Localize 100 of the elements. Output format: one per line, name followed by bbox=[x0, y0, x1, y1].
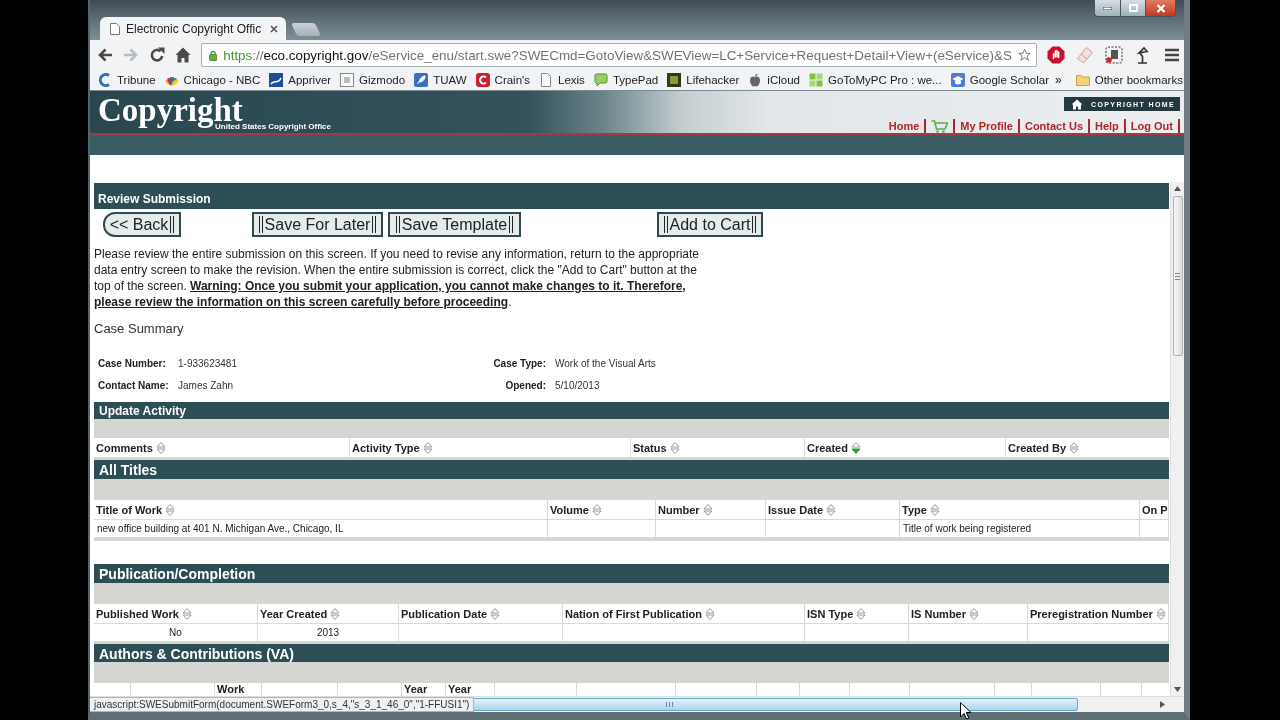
menu-icon[interactable] bbox=[1163, 46, 1181, 64]
close-button[interactable] bbox=[1146, 0, 1176, 17]
grid-icon bbox=[808, 73, 823, 87]
maximize-button[interactable] bbox=[1120, 0, 1146, 17]
bookmark-link[interactable]: TUAW bbox=[411, 73, 470, 87]
column-header[interactable]: Publication Date bbox=[399, 604, 563, 624]
column-header[interactable]: Number bbox=[656, 500, 766, 520]
column-header[interactable]: Year Created bbox=[258, 604, 399, 624]
sort-icon[interactable] bbox=[422, 440, 433, 455]
sort-icon[interactable] bbox=[929, 502, 940, 517]
bookmark-link[interactable]: Google Scholar bbox=[947, 73, 1052, 87]
column-header[interactable]: Preregistration Number bbox=[1028, 604, 1169, 624]
bookmark-link[interactable]: GoToMyPC Pro : we... bbox=[805, 73, 945, 87]
column-header[interactable]: Volume bbox=[548, 500, 656, 520]
star-icon[interactable] bbox=[1017, 47, 1031, 63]
reload-icon[interactable] bbox=[149, 47, 165, 63]
bookmark-link[interactable]: Appriver bbox=[266, 73, 335, 87]
back-button[interactable]: << Back bbox=[103, 212, 181, 237]
bookmark-link[interactable]: Crain's bbox=[472, 73, 533, 87]
action-button[interactable]: Add to Cart bbox=[657, 212, 763, 237]
sort-icon[interactable] bbox=[1069, 440, 1080, 455]
scroll-down-icon[interactable] bbox=[1174, 687, 1181, 692]
sort-icon[interactable] bbox=[330, 606, 341, 621]
section-title: All Titles bbox=[94, 460, 1169, 479]
sort-icon[interactable] bbox=[669, 440, 680, 455]
nav-link[interactable]: Help bbox=[1095, 119, 1119, 133]
eraser-icon[interactable] bbox=[1076, 46, 1094, 64]
cart-icon[interactable] bbox=[931, 119, 949, 133]
sort-icon[interactable] bbox=[155, 440, 166, 455]
sort-icon[interactable] bbox=[704, 606, 715, 621]
extension-icon[interactable] bbox=[1105, 46, 1123, 64]
column-header[interactable]: Issue Date bbox=[766, 500, 900, 520]
section-title: Authors & Contributions (VA) bbox=[94, 644, 1169, 662]
stop-sign-icon[interactable] bbox=[1047, 46, 1065, 64]
minimize-button[interactable] bbox=[1094, 0, 1120, 17]
column-header[interactable]: Status bbox=[631, 438, 805, 458]
address-bar[interactable]: https://eco.copyright.gov/eService_enu/start.swe?SWECmd=GotoView&SWEView=LC+Service+Request+Detail+View+(eService)&S bbox=[201, 43, 1037, 67]
feather-icon bbox=[414, 73, 429, 87]
column-header[interactable]: Work bbox=[215, 683, 262, 696]
column-header[interactable]: Year bbox=[402, 683, 446, 696]
column-header[interactable]: IS Number bbox=[909, 604, 1028, 624]
column-header[interactable]: ISN Type bbox=[805, 604, 909, 624]
nav-link[interactable]: Home bbox=[888, 119, 920, 133]
bookmark-link[interactable]: TypePad bbox=[590, 73, 662, 87]
field-value: Work of the Visual Arts bbox=[555, 358, 656, 370]
browser-tab[interactable]: Electronic Copyright Offic bbox=[100, 17, 286, 40]
sort-icon[interactable] bbox=[856, 606, 867, 621]
field-label: Case Type: bbox=[493, 358, 546, 370]
close-icon[interactable] bbox=[270, 24, 278, 33]
case-summary-title: Case Summary bbox=[94, 322, 185, 336]
column-header[interactable]: Title of Work bbox=[94, 500, 548, 520]
nav-link[interactable]: Contact Us bbox=[1024, 119, 1083, 133]
sort-icon[interactable] bbox=[181, 606, 192, 621]
crescent-icon bbox=[98, 73, 112, 87]
lock-icon bbox=[209, 48, 218, 62]
bookmark-link[interactable]: Gizmodo bbox=[337, 73, 409, 87]
column-header[interactable]: Year bbox=[446, 683, 495, 696]
instructions-text: Please review the entire submission on this screen. If you need to revise any information, return to the appropriate data entry screen to make the revision. When the entire submission is correct, click the "Add to Cart" button at the top of the screen. Warning: Once you submit your application, you cannot make changes to it. Therefore, please review the information on this screen carefully before proceeding. bbox=[94, 246, 699, 310]
new-tab-button[interactable] bbox=[290, 23, 322, 36]
back-arrow-icon[interactable] bbox=[97, 47, 113, 63]
sort-icon[interactable] bbox=[1155, 606, 1166, 621]
action-button[interactable]: Save Template bbox=[388, 212, 521, 237]
column-header[interactable]: Nation of First Publication bbox=[563, 604, 805, 624]
vertical-scrollbar[interactable] bbox=[1170, 182, 1184, 696]
sort-icon[interactable] bbox=[702, 502, 713, 517]
nav-link[interactable]: My Profile bbox=[960, 119, 1013, 133]
folder-icon bbox=[1075, 73, 1090, 87]
sort-icon[interactable] bbox=[850, 440, 861, 455]
section-title: Review Submission bbox=[94, 183, 1169, 209]
column-header[interactable]: Activity Type bbox=[350, 438, 631, 458]
sort-icon[interactable] bbox=[969, 606, 979, 621]
tile-icon bbox=[667, 73, 682, 87]
sort-icon[interactable] bbox=[591, 502, 602, 517]
status-url-text: javascript:SWESubmitForm(document.SWEForm3_0,s_4,"s_3_1_46_0","1-FFUSI1") bbox=[90, 697, 475, 712]
scroll-up-icon[interactable] bbox=[1174, 186, 1181, 191]
column-header[interactable]: Type bbox=[900, 500, 1140, 520]
home-icon[interactable] bbox=[175, 47, 191, 63]
bookmark-link[interactable]: iCloud bbox=[745, 73, 803, 87]
bookmark-folder[interactable]: Other bookmarks bbox=[1072, 73, 1186, 87]
column-header[interactable]: Published Work bbox=[94, 604, 258, 624]
column-header[interactable]: On P bbox=[1140, 500, 1169, 520]
bookmark-link[interactable]: Tribune bbox=[95, 73, 159, 87]
column-header[interactable]: Comments bbox=[94, 438, 350, 458]
sort-icon[interactable] bbox=[826, 502, 837, 517]
tile-icon bbox=[340, 73, 355, 87]
field-value: 5/10/2013 bbox=[555, 380, 600, 392]
column-header[interactable]: Created bbox=[805, 438, 1006, 458]
bookmark-link[interactable]: Lexis bbox=[536, 73, 588, 87]
sort-icon[interactable] bbox=[490, 606, 501, 621]
cursor-icon bbox=[960, 702, 972, 720]
more-bookmarks-button[interactable]: » bbox=[1055, 73, 1062, 87]
nav-link[interactable]: Log Out bbox=[1130, 119, 1173, 133]
sort-icon[interactable] bbox=[165, 502, 176, 517]
scrollbar-thumb[interactable] bbox=[1172, 196, 1183, 356]
close-icon bbox=[1155, 3, 1166, 13]
section-title: Publication/Completion bbox=[94, 564, 1169, 583]
action-button[interactable]: Save For Later bbox=[252, 212, 383, 237]
scroll-right-icon[interactable] bbox=[1160, 701, 1165, 708]
bookmark-link[interactable]: Lifehacker bbox=[664, 73, 743, 87]
bookmark-link[interactable]: Chicago - NBC bbox=[161, 73, 264, 87]
